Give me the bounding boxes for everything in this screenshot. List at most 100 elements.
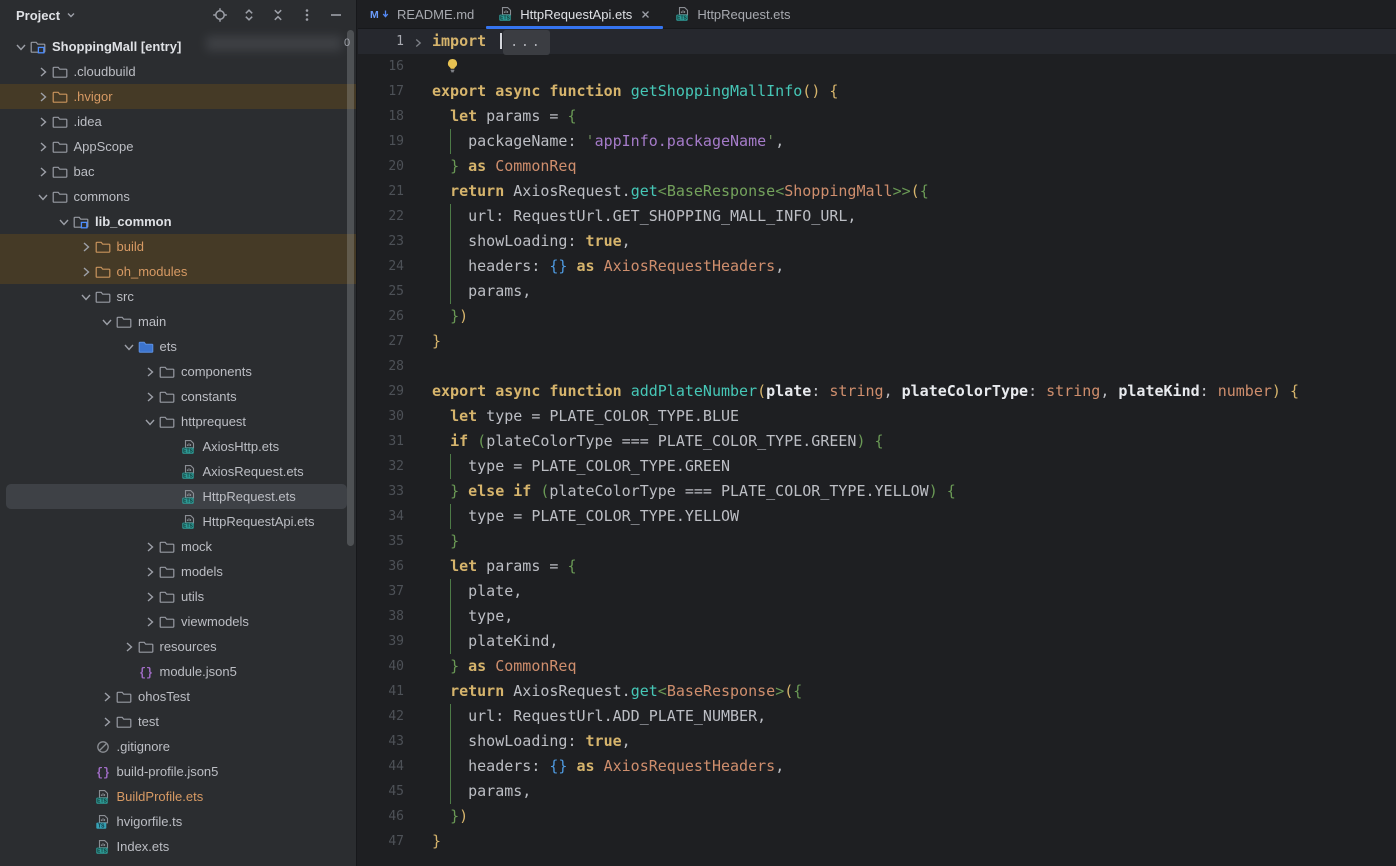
- code-line-41[interactable]: 41 return AxiosRequest.get<BaseResponse>…: [358, 679, 1396, 704]
- code-line-19[interactable]: 19 packageName: 'appInfo.packageName',: [358, 129, 1396, 154]
- code-line-40[interactable]: 40 } as CommonReq: [358, 654, 1396, 679]
- chevron-expanded-icon[interactable]: [77, 284, 95, 309]
- expand-all-icon[interactable]: [241, 7, 257, 23]
- code-line-35[interactable]: 35 }: [358, 529, 1396, 554]
- tree-item-hvigor[interactable]: .hvigor: [0, 84, 356, 109]
- chevron-collapsed-icon[interactable]: [141, 384, 159, 409]
- code-line-44[interactable]: 44 headers: {} as AxiosRequestHeaders,: [358, 754, 1396, 779]
- code-line-38[interactable]: 38 type,: [358, 604, 1396, 629]
- tree-item-cloudbuild[interactable]: .cloudbuild: [0, 59, 356, 84]
- tab-httprequest-ets[interactable]: ETSHttpRequest.ets: [663, 0, 802, 28]
- chevron-collapsed-icon[interactable]: [98, 684, 116, 709]
- chevron-collapsed-icon[interactable]: [141, 534, 159, 559]
- chevron-collapsed-icon[interactable]: [141, 559, 159, 584]
- project-tree-scrollbar[interactable]: [347, 30, 354, 546]
- tree-item-oh-modules[interactable]: oh_modules: [0, 259, 356, 284]
- code-line-37[interactable]: 37 plate,: [358, 579, 1396, 604]
- chevron-collapsed-icon[interactable]: [141, 359, 159, 384]
- tree-item-httprequest-ets[interactable]: ETSHttpRequest.ets: [0, 484, 356, 509]
- chevron-collapsed-icon[interactable]: [141, 609, 159, 634]
- chevron-collapsed-icon[interactable]: [34, 109, 52, 134]
- chevron-expanded-icon[interactable]: [98, 309, 116, 334]
- code-line-22[interactable]: 22 url: RequestUrl.GET_SHOPPING_MALL_INF…: [358, 204, 1396, 229]
- close-icon[interactable]: [640, 9, 651, 20]
- tree-item-index-ets[interactable]: ETSIndex.ets: [0, 834, 356, 859]
- code-line-42[interactable]: 42 url: RequestUrl.ADD_PLATE_NUMBER,: [358, 704, 1396, 729]
- chevron-collapsed-icon[interactable]: [34, 134, 52, 159]
- code-line-45[interactable]: 45 params,: [358, 779, 1396, 804]
- tree-item-mock[interactable]: mock: [0, 534, 356, 559]
- code-line-31[interactable]: 31 if (plateColorType === PLATE_COLOR_TY…: [358, 429, 1396, 454]
- tree-item-ets[interactable]: ets: [0, 334, 356, 359]
- tree-item-idea[interactable]: .idea: [0, 109, 356, 134]
- tree-item-components[interactable]: components: [0, 359, 356, 384]
- tree-item-bac[interactable]: bac: [0, 159, 356, 184]
- tree-item-resources[interactable]: resources: [0, 634, 356, 659]
- collapse-all-icon[interactable]: [270, 7, 286, 23]
- tree-item-models[interactable]: models: [0, 559, 356, 584]
- tree-item-gitignore[interactable]: .gitignore: [0, 734, 356, 759]
- chevron-collapsed-icon[interactable]: [98, 709, 116, 734]
- code-line-29[interactable]: 29export async function addPlateNumber(p…: [358, 379, 1396, 404]
- code-line-39[interactable]: 39 plateKind,: [358, 629, 1396, 654]
- code-line-28[interactable]: 28: [358, 354, 1396, 379]
- code-line-27[interactable]: 27}: [358, 329, 1396, 354]
- tree-item-test[interactable]: test: [0, 709, 356, 734]
- chevron-collapsed-icon[interactable]: [120, 634, 138, 659]
- chevron-down-icon[interactable]: [65, 9, 77, 21]
- tree-item-src[interactable]: src: [0, 284, 356, 309]
- locate-icon[interactable]: [212, 7, 228, 23]
- code-line-36[interactable]: 36 let params = {: [358, 554, 1396, 579]
- chevron-collapsed-icon[interactable]: [34, 159, 52, 184]
- code-line-34[interactable]: 34 type = PLATE_COLOR_TYPE.YELLOW: [358, 504, 1396, 529]
- chevron-expanded-icon[interactable]: [34, 184, 52, 209]
- tree-item-axiosrequest-ets[interactable]: ETSAxiosRequest.ets: [0, 459, 356, 484]
- more-options-icon[interactable]: [299, 7, 315, 23]
- tree-item-commons[interactable]: commons: [0, 184, 356, 209]
- code-line-23[interactable]: 23 showLoading: true,: [358, 229, 1396, 254]
- code-line-20[interactable]: 20 } as CommonReq: [358, 154, 1396, 179]
- chevron-collapsed-icon[interactable]: [34, 84, 52, 109]
- code-line-43[interactable]: 43 showLoading: true,: [358, 729, 1396, 754]
- tree-item-constants[interactable]: constants: [0, 384, 356, 409]
- tree-item-httprequest[interactable]: httprequest: [0, 409, 356, 434]
- chevron-collapsed-icon[interactable]: [34, 59, 52, 84]
- tree-item-module-json5[interactable]: {}module.json5: [0, 659, 356, 684]
- chevron-collapsed-icon[interactable]: [77, 259, 95, 284]
- chevron-expanded-icon[interactable]: [120, 334, 138, 359]
- tree-item-utils[interactable]: utils: [0, 584, 356, 609]
- tree-item-lib-common[interactable]: lib_common: [0, 209, 356, 234]
- chevron-collapsed-icon[interactable]: [77, 234, 95, 259]
- code-line-46[interactable]: 46 }): [358, 804, 1396, 829]
- code-line-16[interactable]: 16: [358, 54, 1396, 79]
- code-line-1[interactable]: 1import ...: [358, 29, 1396, 54]
- code-line-30[interactable]: 30 let type = PLATE_COLOR_TYPE.BLUE: [358, 404, 1396, 429]
- code-line-25[interactable]: 25 params,: [358, 279, 1396, 304]
- code-line-17[interactable]: 17export async function getShoppingMallI…: [358, 79, 1396, 104]
- code-line-24[interactable]: 24 headers: {} as AxiosRequestHeaders,: [358, 254, 1396, 279]
- tree-item-axioshttp-ets[interactable]: ETSAxiosHttp.ets: [0, 434, 356, 459]
- code-line-33[interactable]: 33 } else if (plateColorType === PLATE_C…: [358, 479, 1396, 504]
- tree-item-viewmodels[interactable]: viewmodels: [0, 609, 356, 634]
- chevron-collapsed-icon[interactable]: [141, 584, 159, 609]
- tree-item-shoppingmall-entry[interactable]: ShoppingMall [entry]: [0, 34, 356, 59]
- code-line-47[interactable]: 47}: [358, 829, 1396, 854]
- chevron-expanded-icon[interactable]: [141, 409, 159, 434]
- tree-item-ohostest[interactable]: ohosTest: [0, 684, 356, 709]
- code-line-32[interactable]: 32 type = PLATE_COLOR_TYPE.GREEN: [358, 454, 1396, 479]
- tree-item-main[interactable]: main: [0, 309, 356, 334]
- chevron-expanded-icon[interactable]: [12, 34, 30, 59]
- code-line-26[interactable]: 26 }): [358, 304, 1396, 329]
- code-line-21[interactable]: 21 return AxiosRequest.get<BaseResponse<…: [358, 179, 1396, 204]
- tree-item-appscope[interactable]: AppScope: [0, 134, 356, 159]
- tab-httprequestapi-ets[interactable]: ETSHttpRequestApi.ets: [486, 0, 663, 28]
- hide-panel-icon[interactable]: [328, 7, 344, 23]
- tab-readme-md[interactable]: MREADME.md: [358, 0, 486, 28]
- folded-code-region[interactable]: ...: [503, 30, 549, 55]
- tree-item-buildprofile-ets[interactable]: ETSBuildProfile.ets: [0, 784, 356, 809]
- tree-item-build-profile-json5[interactable]: {}build-profile.json5: [0, 759, 356, 784]
- tree-item-hvigorfile-ts[interactable]: TShvigorfile.ts: [0, 809, 356, 834]
- chevron-expanded-icon[interactable]: [55, 209, 73, 234]
- tree-item-build[interactable]: build: [0, 234, 356, 259]
- tree-item-httprequestapi-ets[interactable]: ETSHttpRequestApi.ets: [0, 509, 356, 534]
